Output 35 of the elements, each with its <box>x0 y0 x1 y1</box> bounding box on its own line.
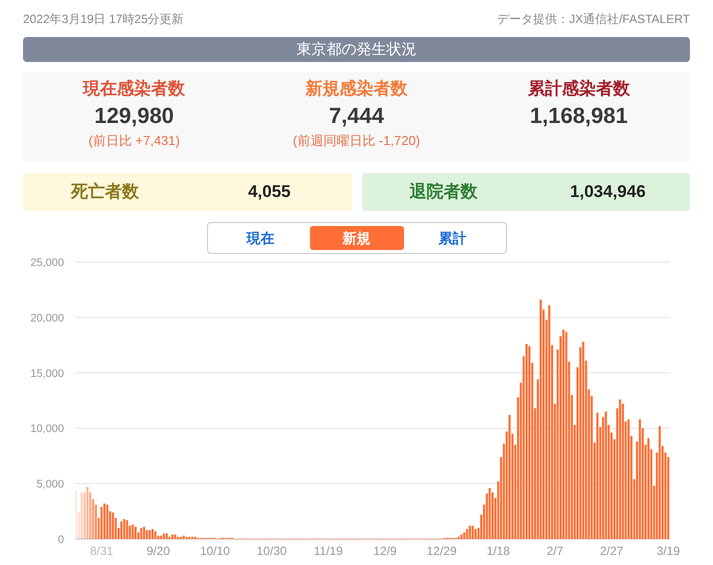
chart-tab[interactable]: 新規 <box>310 226 404 250</box>
x-axis-label: 12/29 <box>426 544 457 558</box>
stat-value: 7,444 <box>328 102 384 130</box>
y-axis-label: 0 <box>58 534 64 546</box>
summary-value: 1,034,946 <box>569 181 647 204</box>
x-axis-label: 9/20 <box>146 544 170 558</box>
x-axis-label: 10/30 <box>256 544 287 558</box>
x-axis-label: 2/27 <box>600 544 624 558</box>
stat-value: 1,168,981 <box>530 102 628 130</box>
stat-value: 129,980 <box>94 102 174 130</box>
y-axis-label: 25,000 <box>30 257 64 269</box>
x-axis-label: 3/19 <box>656 544 680 558</box>
stat-change: (前日比 +7,431) <box>88 132 180 150</box>
update-time: 2022年3月19日 17時25分更新 <box>23 11 184 28</box>
data-source: データ提供：JX通信社/FASTALERT <box>497 11 690 28</box>
summary-label: 退院者数 <box>408 181 479 204</box>
section-title: 東京都の発生状況 <box>23 37 690 62</box>
y-axis-label: 20,000 <box>30 312 64 324</box>
y-axis-label: 15,000 <box>30 368 64 380</box>
x-axis-label: 1/18 <box>486 544 510 558</box>
x-axis-label: 2/7 <box>546 544 564 558</box>
chart-tab[interactable]: 現在 <box>214 226 308 250</box>
x-axis-label: 10/10 <box>200 544 230 558</box>
x-axis-label: 12/9 <box>373 544 397 558</box>
stat-label: 新規感染者数 <box>305 78 408 100</box>
summary-value: 4,055 <box>247 181 292 204</box>
stat-change: (前週同曜日比 -1,720) <box>292 132 420 150</box>
chart-tab[interactable]: 累計 <box>406 226 500 250</box>
y-axis-label: 5,000 <box>36 478 64 491</box>
x-axis-label: 8/31 <box>90 544 114 558</box>
summary-label: 死亡者数 <box>70 181 140 204</box>
y-axis-label: 10,000 <box>30 423 64 436</box>
x-axis-label: 11/19 <box>314 544 343 558</box>
stat-label: 累計感染者数 <box>528 78 630 100</box>
stat-label: 現在感染者数 <box>83 78 186 100</box>
